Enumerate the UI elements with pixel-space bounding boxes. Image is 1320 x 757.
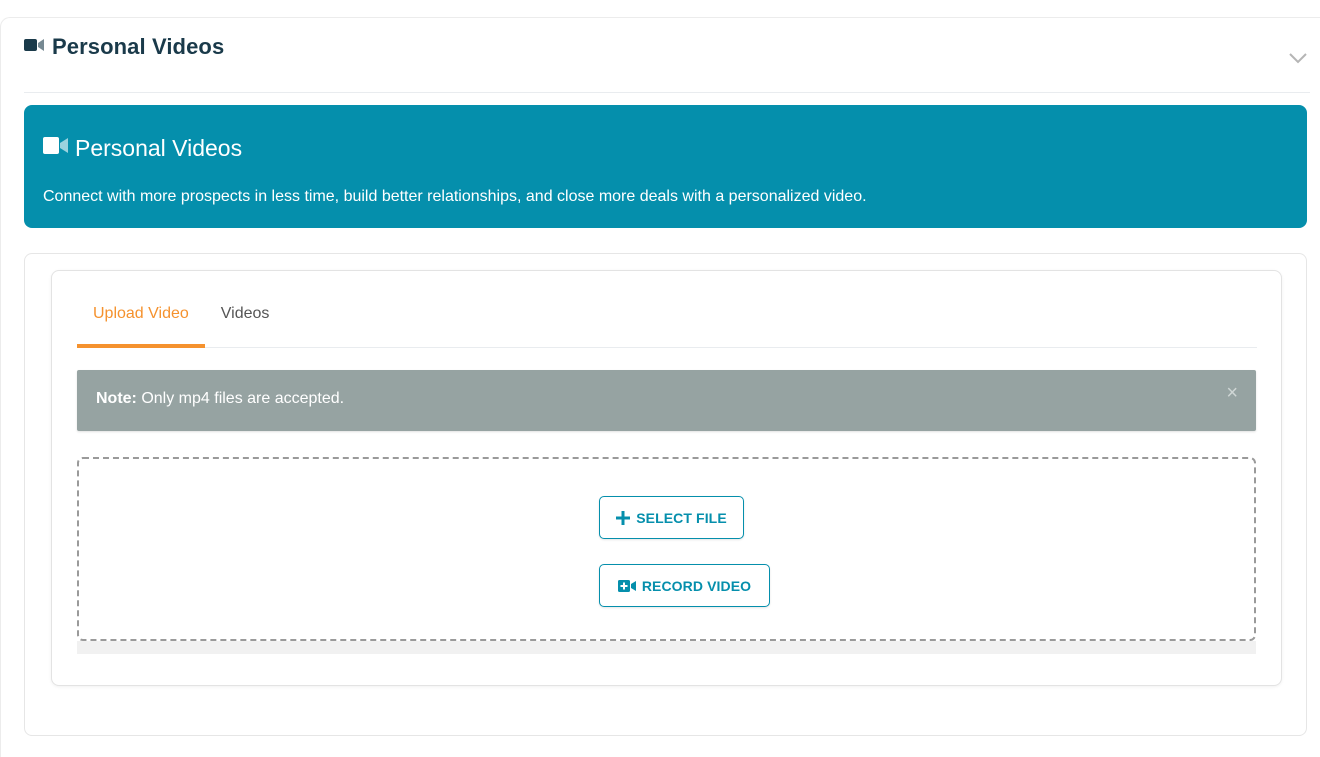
tab-upload-video[interactable]: Upload Video <box>77 291 205 348</box>
upload-card: Upload Video Videos Note: Only mp4 files… <box>51 270 1282 686</box>
alert-strong: Note: <box>96 390 137 407</box>
record-video-label: RECORD VIDEO <box>641 577 752 594</box>
video-plus-icon <box>617 579 636 592</box>
tab-videos[interactable]: Videos <box>205 291 286 348</box>
select-file-button[interactable]: SELECT FILE <box>599 496 744 539</box>
banner-title: Personal Videos <box>75 135 243 161</box>
section-title: Personal Videos <box>52 34 225 59</box>
info-banner: Personal Videos Connect with more prospe… <box>24 105 1307 228</box>
file-dropzone[interactable]: SELECT FILE RECORD VIDEO <box>77 457 1256 641</box>
upload-panel: Upload Video Videos Note: Only mp4 files… <box>24 253 1307 736</box>
record-video-button[interactable]: RECORD VIDEO <box>599 564 770 607</box>
alert-message: Only mp4 files are accepted. <box>136 390 345 407</box>
note-alert: Note: Only mp4 files are accepted. × <box>77 370 1256 431</box>
close-icon[interactable]: × <box>1226 383 1238 403</box>
video-camera-icon <box>24 38 46 57</box>
banner-heading: Personal Videos <box>43 135 242 162</box>
banner-description: Connect with more prospects in less time… <box>43 188 867 205</box>
chevron-down-icon[interactable] <box>1286 48 1310 68</box>
tab-bar: Upload Video Videos <box>77 291 1257 348</box>
video-camera-icon <box>43 137 69 160</box>
alert-text: Note: Only mp4 files are accepted. <box>96 390 344 408</box>
plus-icon <box>616 510 631 525</box>
section-header[interactable]: Personal Videos <box>24 34 1310 93</box>
select-file-label: SELECT FILE <box>636 509 727 526</box>
dropzone-footer <box>77 641 1256 654</box>
